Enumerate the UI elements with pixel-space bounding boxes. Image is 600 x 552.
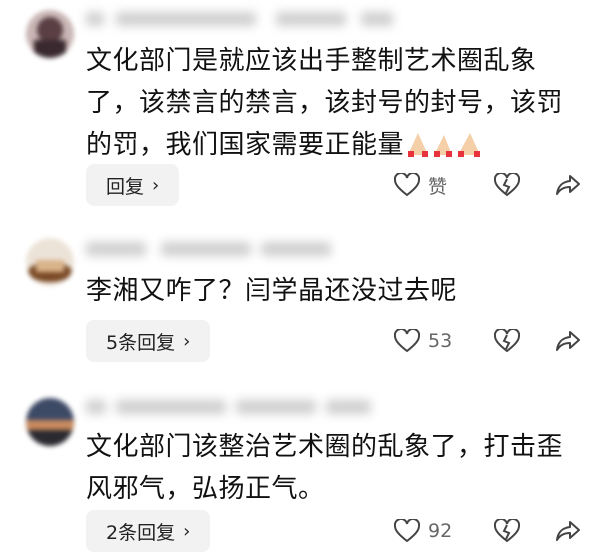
like-button[interactable]: 赞 <box>394 164 447 206</box>
broken-heart-icon <box>494 173 520 197</box>
like-button[interactable]: 92 <box>394 510 452 552</box>
username-blurred <box>86 4 396 34</box>
username-blurred <box>86 392 396 422</box>
chevron-right-icon: › <box>183 330 191 352</box>
dislike-button[interactable] <box>494 164 520 206</box>
reply-button[interactable]: 2条回复 › <box>86 510 211 552</box>
avatar[interactable] <box>26 10 74 58</box>
reply-button[interactable]: 5条回复 › <box>86 320 211 362</box>
comment-item: 文化部门是就应该出手整制艺术圈乱象 了，该禁言的禁言，该封号的封号，该罚 的罚，… <box>0 0 600 215</box>
like-button[interactable]: 53 <box>394 320 452 362</box>
share-arrow-icon <box>556 521 580 541</box>
comment-item: 文化部门该整治艺术圈的乱象了，打击歪 风邪气，弘扬正气。 2条回复 › 92 <box>0 388 600 552</box>
share-arrow-icon <box>556 175 580 195</box>
chevron-right-icon: › <box>152 174 160 196</box>
avatar[interactable] <box>26 398 74 446</box>
comment-actions: 赞 <box>390 164 600 206</box>
comment-item: 李湘又咋了？闫学晶还没过去呢 5条回复 › 53 <box>0 226 600 376</box>
chevron-right-icon: › <box>183 520 191 542</box>
share-button[interactable] <box>555 164 581 206</box>
heart-outline-icon <box>394 329 420 353</box>
broken-heart-icon <box>494 329 520 353</box>
comment-actions: 53 <box>390 320 600 362</box>
share-button[interactable] <box>555 320 581 362</box>
comment-actions: 92 <box>390 510 600 552</box>
comment-text: 文化部门是就应该出手整制艺术圈乱象 了，该禁言的禁言，该封号的封号，该罚 的罚，… <box>86 40 581 172</box>
comment-text: 文化部门该整治艺术圈的乱象了，打击歪 风邪气，弘扬正气。 <box>86 432 564 504</box>
heart-outline-icon <box>394 519 420 543</box>
dislike-button[interactable] <box>494 510 520 552</box>
comment-text: 李湘又咋了？闫学晶还没过去呢 <box>86 276 458 306</box>
dislike-button[interactable] <box>494 320 520 362</box>
heart-outline-icon <box>394 173 420 197</box>
share-button[interactable] <box>555 510 581 552</box>
share-arrow-icon <box>556 331 580 351</box>
avatar[interactable] <box>26 238 74 286</box>
username-blurred <box>86 234 396 264</box>
broken-heart-icon <box>494 519 520 543</box>
reply-button[interactable]: 回复 › <box>86 164 180 206</box>
